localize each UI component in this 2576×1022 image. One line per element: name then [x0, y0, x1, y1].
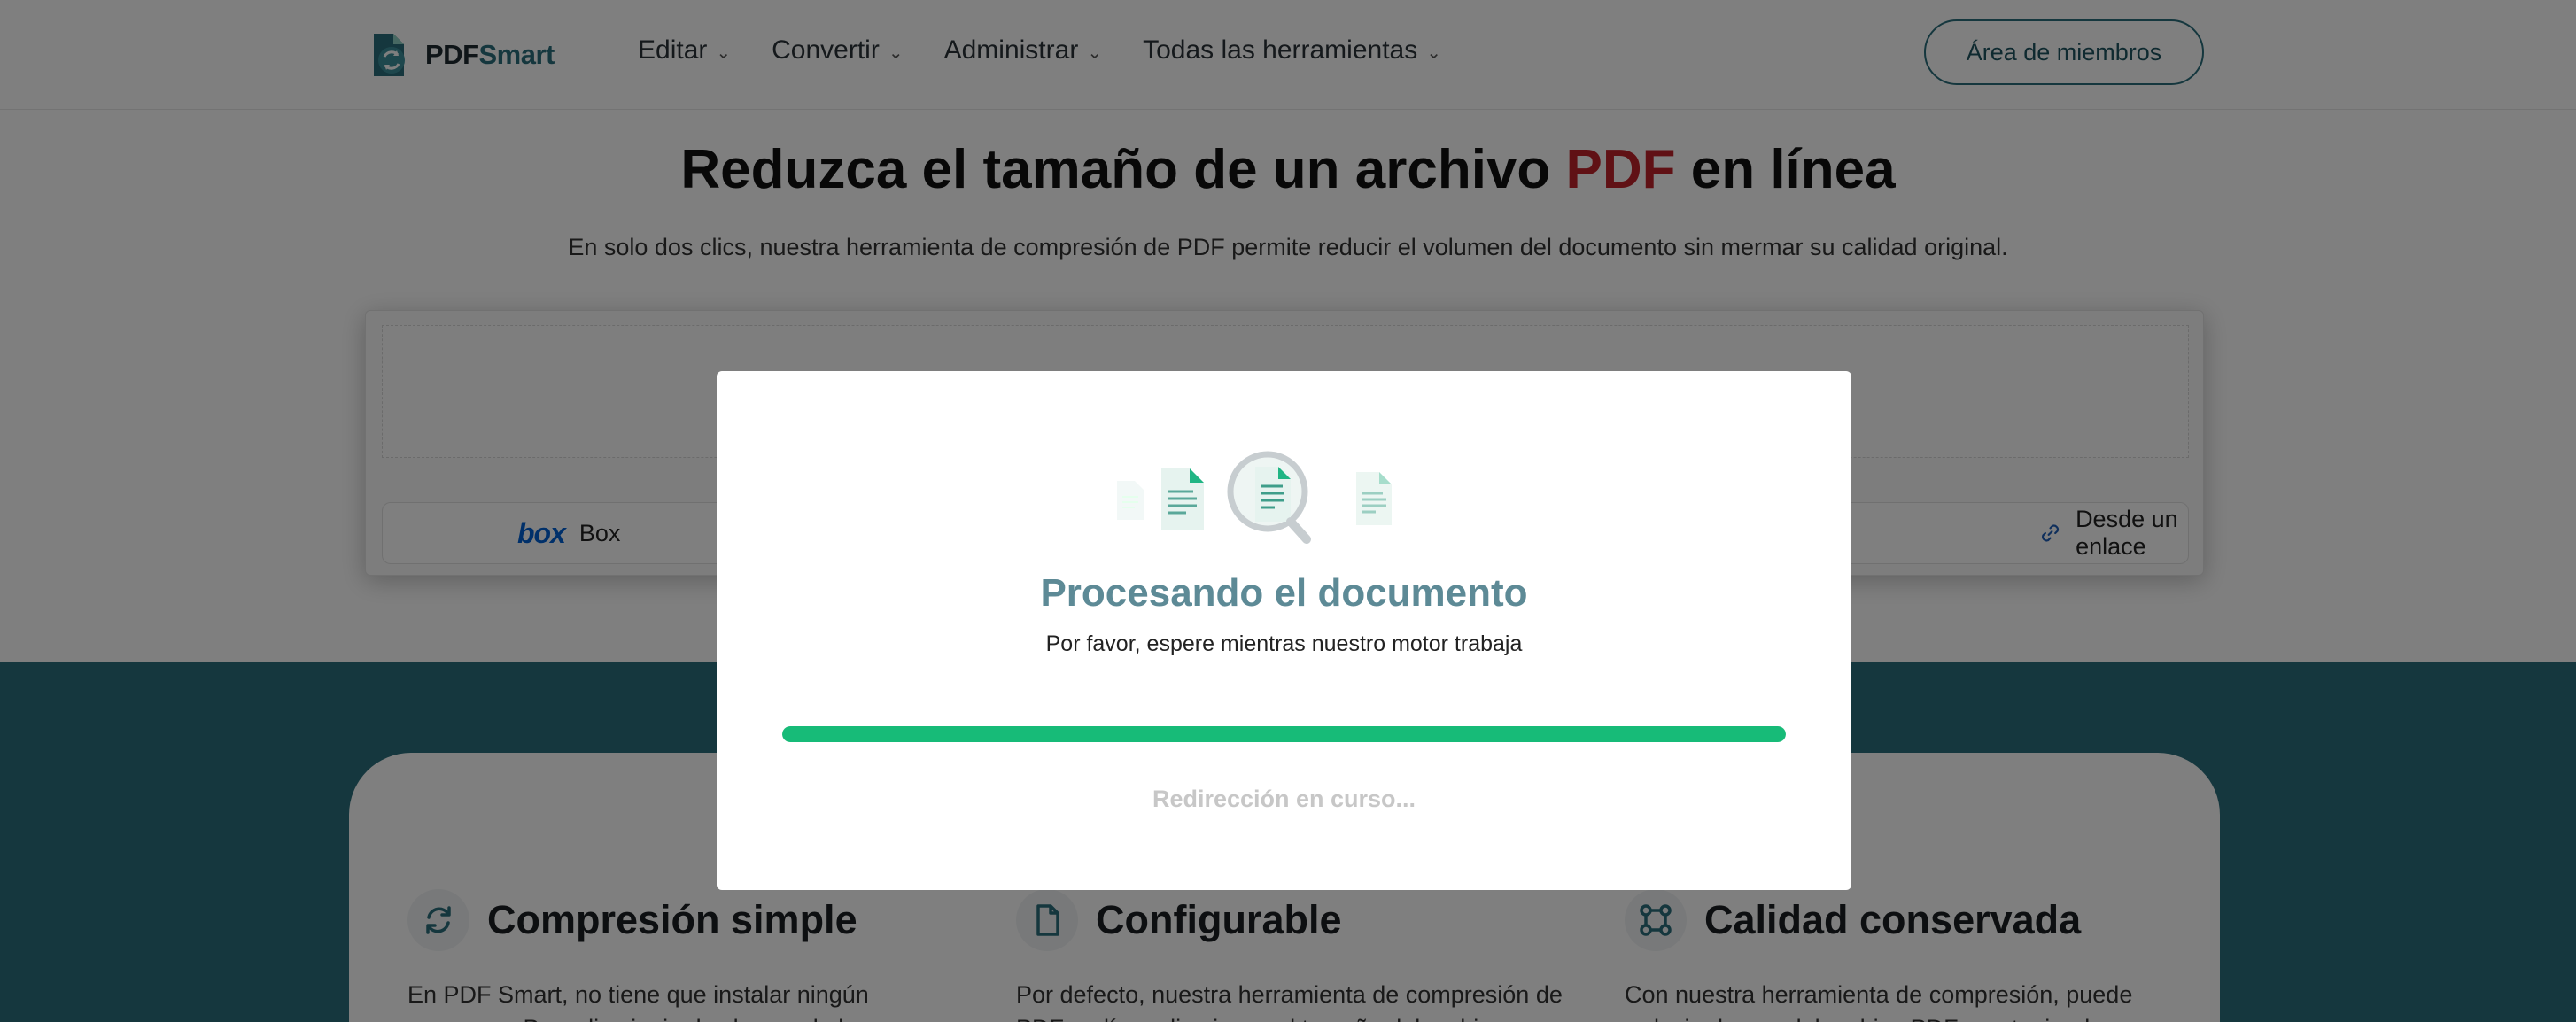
progress-bar-fill	[782, 726, 1786, 742]
modal-title: Procesando el documento	[1040, 571, 1528, 615]
redirect-status: Redirección en curso...	[1152, 786, 1416, 812]
modal-subtitle: Por favor, espere mientras nuestro motor…	[1045, 631, 1523, 656]
processing-modal: Procesando el documento Por favor, esper…	[717, 371, 1851, 890]
progress-bar	[782, 726, 1786, 742]
document-search-icon	[1117, 451, 1392, 544]
